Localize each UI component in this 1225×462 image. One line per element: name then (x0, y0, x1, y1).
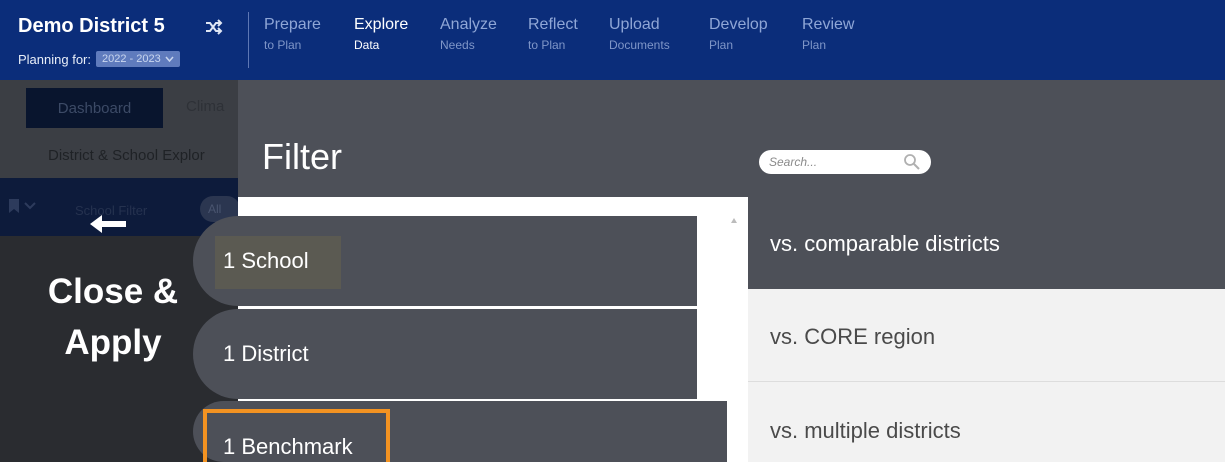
tab-benchmark-label: 1 Benchmark (223, 434, 353, 459)
dashboard-tab[interactable]: Dashboard (26, 88, 163, 128)
tab-benchmark[interactable]: 1 Benchmark (193, 401, 727, 462)
nav-main-label: Upload (609, 16, 660, 33)
nav-sub-label: to Plan (264, 38, 302, 52)
nav-sub-label: Plan (709, 38, 734, 52)
district-name[interactable]: Demo District 5 (18, 15, 165, 38)
nav-main-label: Reflect (528, 16, 578, 33)
year-select-value: 2022 - 2023 (102, 53, 161, 65)
nav-sub-label: to Plan (528, 38, 566, 52)
nav-develop[interactable]: Develop Plan (709, 16, 768, 52)
tab-school-label: 1 School (223, 248, 309, 273)
nav-sub-label: Plan (802, 38, 827, 52)
nav-reflect[interactable]: Reflect to Plan (528, 16, 578, 52)
tab-district-label: 1 District (223, 341, 309, 366)
year-select[interactable]: 2022 - 2023 (96, 51, 180, 67)
nav-analyze[interactable]: Analyze Needs (440, 16, 497, 52)
nav-main-label: Develop (709, 16, 768, 33)
option-core-region[interactable]: vs. CORE region (748, 289, 1225, 381)
nav-main-label: Explore (354, 16, 409, 33)
chevron-down-icon (165, 56, 174, 62)
close-apply-button[interactable]: Close & Apply (38, 266, 188, 368)
top-nav-bar: Demo District 5 Planning for: 2022 - 202… (0, 0, 1225, 80)
nav-sub-label: Documents (609, 38, 670, 52)
option-multiple-districts[interactable]: vs. multiple districts (748, 381, 1225, 462)
nav-sub-label: Needs (440, 38, 475, 52)
nav-main-label: Review (802, 16, 855, 33)
nav-prepare[interactable]: Prepare to Plan (264, 16, 321, 52)
planning-label: Planning for: (18, 51, 91, 67)
filter-title: Filter (262, 136, 342, 177)
close-apply-line1: Close & (47, 272, 179, 311)
scroll-up-icon[interactable] (731, 218, 737, 223)
search-icon[interactable] (903, 153, 921, 171)
search-input[interactable] (769, 153, 899, 171)
shuffle-icon[interactable] (205, 19, 223, 35)
search-box[interactable] (759, 150, 931, 174)
nav-main-label: Analyze (440, 16, 497, 33)
nav-divider (248, 12, 249, 68)
nav-explore[interactable]: Explore Data (354, 16, 409, 52)
tab-school[interactable]: 1 School (193, 216, 697, 306)
nav-main-label: Prepare (264, 16, 321, 33)
bookmark-icon[interactable] (8, 199, 38, 213)
climate-tab[interactable]: Clima (186, 98, 224, 115)
nav-sub-label: Data (354, 38, 380, 52)
nav-review[interactable]: Review Plan (802, 16, 855, 52)
explorer-heading: District & School Explor (48, 147, 205, 164)
planning-for: Planning for: 2022 - 2023 (18, 51, 180, 67)
nav-upload[interactable]: Upload Documents (609, 16, 670, 52)
tab-district[interactable]: 1 District (193, 309, 697, 399)
option-comparable-districts[interactable]: vs. comparable districts (748, 197, 1225, 289)
back-arrow-icon[interactable] (88, 212, 128, 236)
filter-header: Filter (238, 80, 1225, 197)
close-apply-line2: Apply (64, 323, 162, 362)
